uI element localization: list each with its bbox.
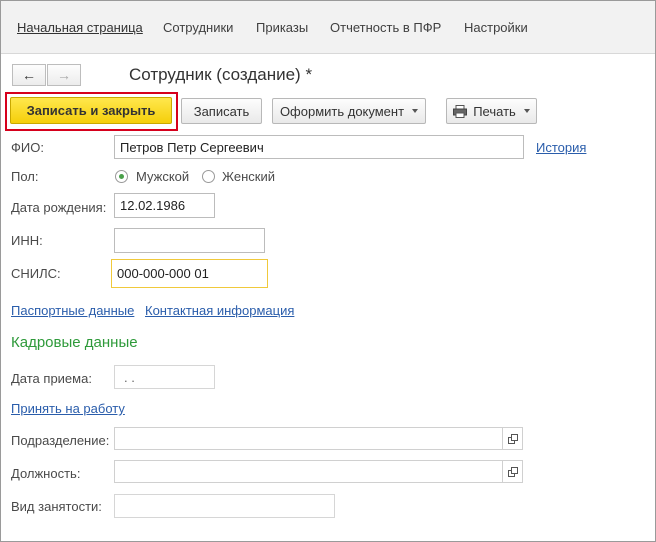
gender-male-label: Мужской bbox=[136, 169, 190, 184]
employment-type-label: Вид занятости: bbox=[11, 499, 102, 514]
nav-pfr-reports[interactable]: Отчетность в ПФР bbox=[330, 20, 441, 35]
forward-arrow-icon: → bbox=[57, 67, 71, 83]
hr-section-title: Кадровые данные bbox=[11, 334, 138, 351]
top-navigation: Начальная страница Сотрудники Приказы От… bbox=[1, 1, 655, 54]
passport-data-link[interactable]: Паспортные данные bbox=[11, 303, 134, 318]
snils-label: СНИЛС: bbox=[11, 266, 61, 281]
open-window-icon bbox=[507, 434, 518, 444]
page-title: Сотрудник (создание) * bbox=[129, 65, 313, 84]
department-field[interactable] bbox=[114, 427, 523, 450]
nav-orders[interactable]: Приказы bbox=[256, 20, 308, 35]
snils-value: 000-000-000 01 bbox=[117, 266, 209, 281]
gender-male-radio[interactable] bbox=[115, 170, 128, 183]
chevron-down-icon bbox=[412, 109, 419, 113]
snils-field[interactable]: 000-000-000 01 bbox=[111, 259, 268, 288]
birth-date-label: Дата рождения: bbox=[11, 200, 107, 215]
make-document-button[interactable]: Оформить документ bbox=[272, 98, 426, 124]
back-arrow-icon: ← bbox=[22, 67, 36, 83]
open-window-icon bbox=[507, 467, 518, 477]
position-label: Должность: bbox=[11, 466, 81, 481]
printer-icon bbox=[453, 104, 468, 118]
nav-settings[interactable]: Настройки bbox=[464, 20, 528, 35]
hire-date-value: . . bbox=[124, 369, 135, 385]
hire-date-field[interactable]: . . bbox=[114, 365, 215, 389]
position-field[interactable] bbox=[114, 460, 523, 483]
gender-label: Пол: bbox=[11, 169, 39, 184]
fio-value: Петров Петр Сергеевич bbox=[120, 139, 264, 155]
position-open-button[interactable] bbox=[502, 461, 522, 483]
gender-female-label: Женский bbox=[222, 169, 275, 184]
chevron-down-icon bbox=[523, 109, 530, 113]
fio-label: ФИО: bbox=[11, 140, 44, 155]
hire-date-label: Дата приема: bbox=[11, 371, 92, 386]
save-button[interactable]: Записать bbox=[181, 98, 262, 124]
inn-label: ИНН: bbox=[11, 233, 43, 248]
save-label: Записать bbox=[193, 103, 250, 119]
inn-field[interactable] bbox=[114, 228, 265, 253]
department-open-button[interactable] bbox=[502, 428, 522, 450]
contact-info-link[interactable]: Контактная информация bbox=[145, 303, 294, 318]
forward-button[interactable]: → bbox=[47, 64, 81, 86]
employee-form-window: Начальная страница Сотрудники Приказы От… bbox=[0, 0, 656, 542]
make-document-label: Оформить документ bbox=[279, 103, 405, 119]
birth-date-value: 12.02.1986 bbox=[120, 198, 186, 213]
nav-employees[interactable]: Сотрудники bbox=[163, 20, 233, 35]
back-button[interactable]: ← bbox=[12, 64, 46, 86]
gender-female-radio[interactable] bbox=[202, 170, 215, 183]
nav-home[interactable]: Начальная страница bbox=[17, 20, 143, 35]
save-and-close-button[interactable]: Записать и закрыть bbox=[10, 97, 172, 124]
employment-type-field[interactable] bbox=[114, 494, 335, 518]
save-and-close-label: Записать и закрыть bbox=[26, 103, 156, 118]
history-link[interactable]: История bbox=[536, 140, 586, 155]
print-label: Печать bbox=[473, 103, 516, 119]
birth-date-field[interactable]: 12.02.1986 bbox=[114, 193, 215, 218]
fio-field[interactable]: Петров Петр Сергеевич bbox=[114, 135, 524, 159]
print-button[interactable]: Печать bbox=[446, 98, 537, 124]
department-label: Подразделение: bbox=[11, 433, 110, 448]
hire-link[interactable]: Принять на работу bbox=[11, 401, 125, 416]
